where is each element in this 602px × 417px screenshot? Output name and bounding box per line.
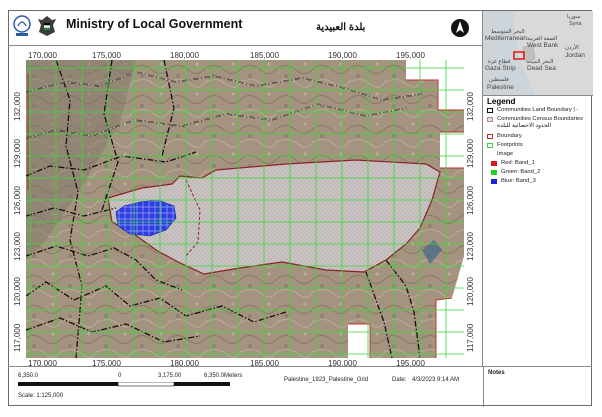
scale-label-zero: 0	[118, 373, 122, 379]
legend-swatch	[487, 108, 493, 113]
scale-ratio: Scale: 1:125,000	[18, 393, 64, 399]
y-coordinate-label: 117,000	[13, 323, 22, 352]
legend-item: Image	[497, 151, 513, 157]
y-coordinate-label: 129,000	[13, 139, 22, 168]
x-coordinate-label: 190,000	[328, 51, 357, 60]
legend-panel: Legend Communities Land Boundary | - Com…	[482, 95, 593, 366]
legend-swatch	[491, 161, 497, 166]
inset-label: فلسطين	[489, 77, 509, 83]
legend-label: Boundary	[497, 133, 522, 139]
x-coordinate-label: 175,000	[92, 51, 121, 60]
y-coordinate-label: 120,000	[466, 277, 475, 306]
notes-label: Notes	[488, 370, 505, 376]
scale-label-right: 6,350.0Meters	[204, 373, 243, 379]
map-footer: 6,350.0 0 3,175.00 6,350.0Meters Scale: …	[8, 366, 592, 407]
x-coordinate-label: 180,000	[170, 51, 199, 60]
legend-label: Communities Land Boundary | -	[497, 107, 579, 113]
no-data-area	[348, 324, 370, 358]
inset-label: Gaza Strip	[485, 65, 516, 72]
palestine-emblem-icon	[38, 16, 56, 36]
legend-item: الحدود الاحصائية للبلدة	[497, 123, 551, 129]
x-coordinate-label: 170,000	[28, 51, 57, 60]
y-coordinate-label: 132,000	[466, 92, 475, 121]
locator-inset-map: سوريا Syria البحر المتوسط Mediterranean …	[482, 11, 593, 96]
y-coordinate-label: 129,000	[466, 139, 475, 168]
legend-label: الحدود الاحصائية للبلدة	[497, 123, 551, 129]
north-arrow-icon	[451, 19, 469, 37]
ministry-title: Ministry of Local Government	[66, 17, 243, 31]
legend-swatch	[487, 143, 493, 148]
legend-swatch	[487, 134, 493, 139]
date-label: Date:	[392, 377, 407, 383]
legend-label: Image	[497, 151, 514, 157]
legend-item: Communities Census Boundaries	[487, 116, 583, 122]
y-coordinate-label: 126,000	[466, 186, 475, 215]
inset-label: Palestine	[487, 84, 514, 91]
y-coordinate-label: 132,000	[13, 92, 22, 121]
main-map-frame[interactable]	[26, 60, 464, 358]
scale-bar	[18, 382, 230, 387]
inset-label: West Bank	[527, 42, 559, 49]
legend-item: Green: Band_2	[491, 169, 540, 175]
community-title: بلدة العبيدية	[316, 22, 366, 33]
grid-name: Palestine_1923_Palestine_Grid	[284, 377, 369, 383]
date-value: 4/3/2023 9:14 AM	[412, 377, 460, 383]
notes-box: Notes	[483, 367, 593, 407]
x-coordinate-label: 195,000	[396, 51, 425, 60]
legend-item: Red: Band_1	[491, 160, 535, 166]
scale-label-mid: 3,175.00	[158, 373, 182, 379]
y-coordinate-label: 117,000	[466, 323, 475, 352]
y-coordinate-label: 120,000	[13, 277, 22, 306]
legend-label: Blue: Band_3	[501, 178, 536, 184]
inset-label: سوريا	[567, 14, 581, 20]
scale-label-left: 6,350.0	[18, 373, 39, 379]
legend-label: Red: Band_1	[501, 160, 535, 166]
ministry-logo-icon	[13, 15, 31, 36]
y-coordinate-label: 123,000	[13, 232, 22, 261]
inset-label: Mediterranean	[485, 35, 527, 42]
legend-title: Legend	[487, 97, 516, 106]
legend-swatch	[491, 179, 497, 184]
legend-item: Boundary	[487, 133, 522, 139]
legend-label: Green: Band_2	[501, 169, 541, 175]
legend-swatch	[487, 117, 493, 122]
legend-label: Communities Census Boundaries	[497, 116, 584, 122]
legend-label: Footprints	[497, 142, 523, 148]
inset-label: الأردن	[565, 45, 579, 51]
y-coordinate-label: 126,000	[13, 186, 22, 215]
x-coordinate-label: 185,000	[250, 51, 279, 60]
inset-label: Syria	[569, 21, 582, 27]
satellite-map	[26, 60, 464, 358]
inset-label: Dead Sea	[527, 65, 556, 72]
no-data-area	[440, 132, 464, 168]
legend-item: Communities Land Boundary | -	[487, 107, 578, 113]
legend-item: Footprints	[487, 142, 523, 148]
y-coordinate-label: 123,000	[466, 232, 475, 261]
legend-item: Blue: Band_3	[491, 178, 536, 184]
legend-swatch	[491, 170, 497, 175]
inset-label: Jordan	[565, 52, 585, 59]
